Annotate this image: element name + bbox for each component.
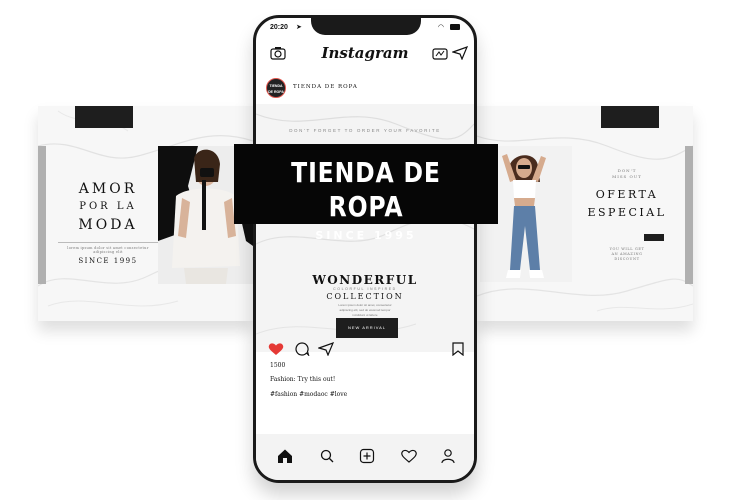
right-post-panel: DON'T MISS OUT OFERTA ESPECIAL YOU WILL … xyxy=(477,106,693,321)
post-dont-forget: DON'T FORGET TO ORDER YOUR FAVORITE xyxy=(289,128,441,133)
post-profile-row[interactable]: TIENDA DE ROPA TIENDA DE ROPA xyxy=(266,78,466,102)
banner-title: TIENDA DE ROPA xyxy=(291,156,441,223)
activity-heart-icon[interactable] xyxy=(401,448,417,464)
oferta-title-1: OFERTA xyxy=(595,188,659,201)
amor-fine-print: lorem ipsum dolor sit amet consectetur a… xyxy=(58,242,158,254)
likes-count: 1500 xyxy=(270,362,286,369)
oferta-title-2: ESPECIAL xyxy=(587,206,667,219)
phone-notch xyxy=(311,18,421,35)
bottom-tab-bar xyxy=(256,434,474,480)
left-post-panel: AMOR POR LA MODA lorem ipsum dolor sit a… xyxy=(38,106,253,321)
phone-mockup: 20:20 ➤ ◠ Instagram TIENDA DE ROPA TIEND… xyxy=(253,15,477,483)
gray-bar xyxy=(685,146,693,284)
instagram-header: Instagram xyxy=(256,40,474,66)
post-wonderful-block: WONDERFUL COLORFUL INSPIRED COLLECTION L… xyxy=(256,274,474,318)
like-heart-icon[interactable] xyxy=(268,342,284,356)
status-time: 20:20 xyxy=(270,24,288,31)
oferta-fine-3: DISCOUNT xyxy=(614,257,640,261)
home-icon[interactable] xyxy=(277,448,293,464)
profile-name[interactable]: TIENDA DE ROPA xyxy=(293,84,358,90)
avatar-text-2: DE ROPA xyxy=(268,90,284,94)
location-icon: ➤ xyxy=(296,24,302,31)
oferta-text-block: DON'T MISS OUT OFERTA ESPECIAL YOU WILL … xyxy=(582,168,672,262)
direct-message-icon[interactable] xyxy=(452,46,468,60)
post-hashtags[interactable]: #fashion #modaoc #love xyxy=(270,391,347,398)
black-tab xyxy=(75,106,133,128)
amor-line-2: POR LA xyxy=(79,201,137,212)
wifi-icon: ◠ xyxy=(437,24,444,31)
new-arrival-button[interactable]: NEW ARRIVAL xyxy=(336,318,398,338)
bookmark-icon[interactable] xyxy=(450,342,466,356)
post-actions xyxy=(256,338,474,360)
comment-icon[interactable] xyxy=(294,342,310,356)
add-post-icon[interactable] xyxy=(359,448,375,464)
search-icon[interactable] xyxy=(319,448,335,464)
post-collection: COLLECTION xyxy=(326,292,404,301)
amor-since: SINCE 1995 xyxy=(78,257,138,265)
profile-icon[interactable] xyxy=(440,448,456,464)
banner-subtitle: SINCE 1995 xyxy=(315,229,417,242)
avatar[interactable]: TIENDA DE ROPA xyxy=(266,78,286,98)
title-banner: TIENDA DE ROPA SINCE 1995 xyxy=(234,144,498,242)
amor-line-1: AMOR xyxy=(78,181,138,197)
igtv-icon[interactable] xyxy=(432,46,448,60)
black-tab xyxy=(601,106,659,128)
oferta-dont-2: MISS OUT xyxy=(612,174,642,179)
oferta-dash xyxy=(644,234,664,241)
post-image[interactable]: DON'T FORGET TO ORDER YOUR FAVORITE WOND… xyxy=(256,104,474,352)
amor-text-block: AMOR POR LA MODA lorem ipsum dolor sit a… xyxy=(58,180,158,265)
post-wonderful: WONDERFUL xyxy=(312,273,418,287)
gray-bar xyxy=(38,146,46,284)
battery-icon xyxy=(450,24,460,30)
share-icon[interactable] xyxy=(318,342,334,356)
amor-line-3: MODA xyxy=(78,217,138,233)
post-caption: Fashion: Try this out! xyxy=(270,376,336,383)
